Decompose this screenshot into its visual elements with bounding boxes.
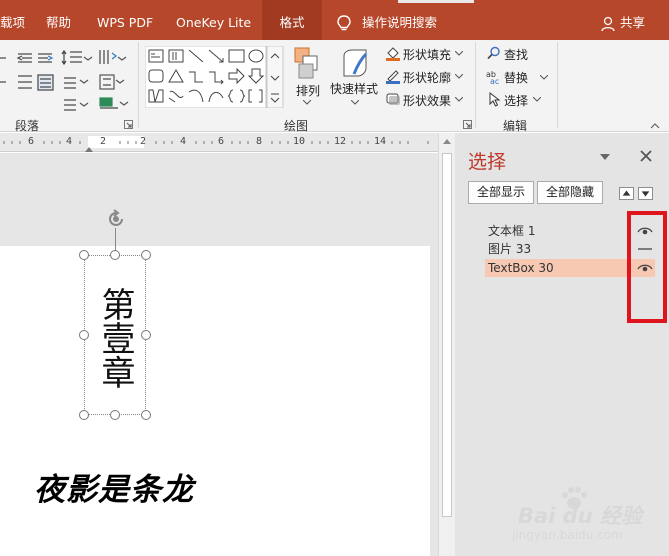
ruler-label: 14 xyxy=(374,136,387,147)
visibility-column-highlight xyxy=(627,211,667,323)
drawing-dialog-launcher-icon[interactable] xyxy=(463,120,472,129)
selection-pane-title: 选择 xyxy=(468,151,507,173)
chevron-down-icon xyxy=(303,100,311,105)
document-page[interactable] xyxy=(0,246,430,556)
select-button[interactable]: 选择 xyxy=(504,92,528,109)
share-button[interactable]: 共享 xyxy=(620,0,645,40)
list-item-label: 图片 33 xyxy=(488,242,532,256)
list-item-label: TextBox 30 xyxy=(488,261,554,275)
bring-forward-icon[interactable] xyxy=(619,187,634,200)
arrange-button[interactable]: 排列 xyxy=(296,82,320,99)
horizontal-ruler[interactable]: 6 4 2 2 4 6 8 10 12 14 xyxy=(0,133,438,152)
resize-handle-bottom-left[interactable] xyxy=(79,410,89,420)
pencil-icon xyxy=(386,70,400,84)
resize-handle-bottom-right[interactable] xyxy=(141,410,151,420)
chevron-down-icon xyxy=(455,51,463,56)
ruler-label: 8 xyxy=(256,136,263,147)
rotate-handle-icon[interactable] xyxy=(105,208,127,230)
shapes-gallery[interactable] xyxy=(145,46,287,108)
paint-bucket-icon xyxy=(386,47,400,61)
ribbon: 段落 排列 快速样式 形状填充 形状轮廓 形状效果 绘图 查找 ab ac 替换… xyxy=(0,40,669,133)
tell-me-search[interactable]: 操作说明搜索 xyxy=(362,0,437,40)
calligraphy-subtitle[interactable]: 夜影是条龙 xyxy=(34,464,194,509)
find-button[interactable]: 查找 xyxy=(504,46,528,63)
shape-effects-button[interactable]: 形状效果 xyxy=(403,92,451,109)
resize-handle-left[interactable] xyxy=(79,330,89,340)
paragraph-dialog-launcher-icon[interactable] xyxy=(124,120,133,129)
shape-effects-icon xyxy=(386,93,400,105)
ruler-label: 6 xyxy=(28,136,35,147)
list-item-label: 文本框 1 xyxy=(488,224,536,238)
ruler-label: 4 xyxy=(66,136,73,147)
hide-all-button[interactable]: 全部隐藏 xyxy=(537,181,603,204)
send-backward-icon[interactable] xyxy=(638,187,653,200)
pane-options-chevron-icon[interactable] xyxy=(599,152,611,162)
chevron-down-icon xyxy=(455,97,463,102)
editing-group-label: 编辑 xyxy=(503,119,528,133)
lightbulb-icon xyxy=(337,15,351,31)
ruler-label: 10 xyxy=(293,136,306,147)
drawing-group-label: 绘图 xyxy=(284,119,309,133)
vertical-scrollbar[interactable] xyxy=(438,133,455,556)
chevron-down-icon xyxy=(533,97,541,102)
tab-addins[interactable]: 载项 xyxy=(0,0,25,40)
vertical-textbox[interactable]: 第壹章 xyxy=(84,255,146,415)
person-icon xyxy=(601,16,615,32)
paragraph-tools-icon[interactable] xyxy=(0,48,138,116)
tab-wps-pdf[interactable]: WPS PDF xyxy=(97,0,153,40)
shape-outline-button[interactable]: 形状轮廓 xyxy=(403,69,451,86)
search-icon xyxy=(487,46,500,60)
shape-fill-button[interactable]: 形状填充 xyxy=(403,46,451,63)
collapse-ribbon-icon[interactable] xyxy=(650,123,660,129)
svg-text:ac: ac xyxy=(490,77,499,85)
tab-help[interactable]: 帮助 xyxy=(46,0,71,40)
tab-format[interactable]: 格式 xyxy=(262,0,322,40)
show-all-button[interactable]: 全部显示 xyxy=(468,181,534,204)
menu-bar: 载项 帮助 WPS PDF OneKey Lite 格式 操作说明搜索 共享 xyxy=(0,0,669,40)
watermark-url: jingyan.baidu.com xyxy=(512,528,623,542)
paragraph-group-label: 段落 xyxy=(15,119,40,133)
replace-button[interactable]: 替换 xyxy=(504,69,528,86)
ruler-label: 4 xyxy=(180,136,187,147)
quick-styles-icon[interactable] xyxy=(340,48,370,80)
chevron-down-icon xyxy=(351,100,359,105)
resize-handle-top-left[interactable] xyxy=(79,250,89,260)
ruler-label: 12 xyxy=(334,136,347,147)
ruler-label: 2 xyxy=(140,136,147,147)
replace-icon: ab ac xyxy=(486,70,499,85)
resize-handle-bottom[interactable] xyxy=(110,410,120,420)
close-icon[interactable] xyxy=(639,149,653,163)
chevron-down-icon xyxy=(455,74,463,79)
resize-handle-top-right[interactable] xyxy=(141,250,151,260)
watermark: Bai du 经验 jingyan.baidu.com xyxy=(512,486,662,552)
arrange-icon[interactable] xyxy=(293,46,323,82)
resize-handle-top[interactable] xyxy=(110,250,120,260)
cursor-arrow-icon xyxy=(489,92,501,107)
watermark-brand: Bai du 经验 xyxy=(518,504,642,528)
ruler-label: 2 xyxy=(100,136,107,147)
tab-onekey-lite[interactable]: OneKey Lite xyxy=(176,0,251,40)
quick-styles-button[interactable]: 快速样式 xyxy=(330,80,378,97)
chapter-title-text[interactable]: 第壹章 xyxy=(85,268,145,408)
scrollbar-thumb[interactable] xyxy=(442,153,452,517)
chevron-down-icon xyxy=(540,75,548,80)
ruler-label: 6 xyxy=(218,136,225,147)
scroll-up-icon[interactable] xyxy=(443,139,451,145)
resize-handle-right[interactable] xyxy=(141,330,151,340)
